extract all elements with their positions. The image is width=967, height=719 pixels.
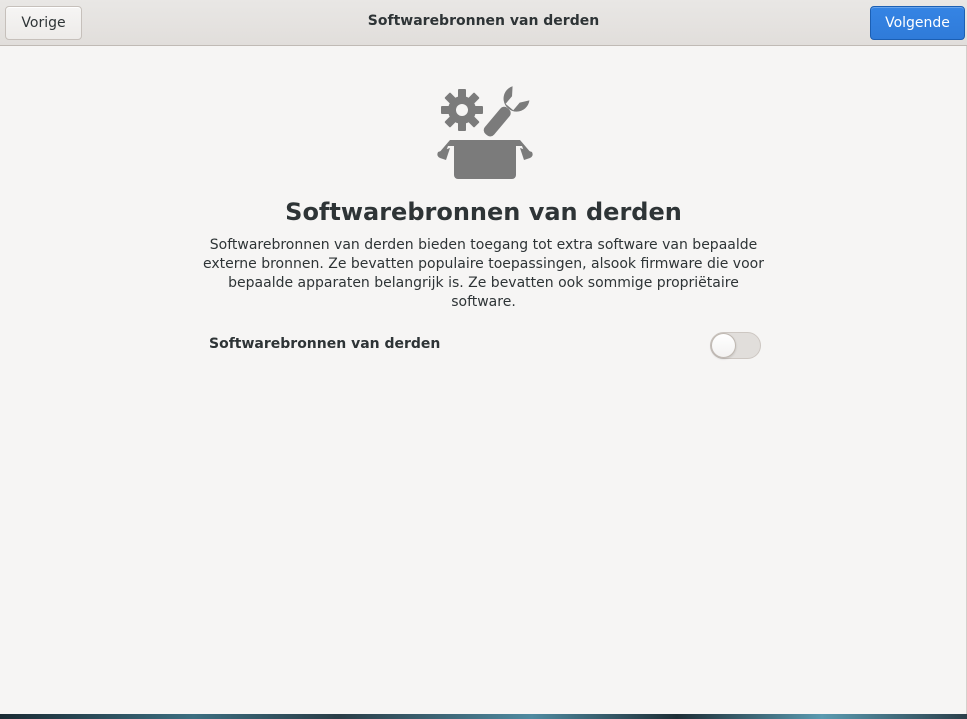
third-party-repos-label: Softwarebronnen van derden bbox=[209, 336, 441, 352]
header-bar: Vorige Softwarebronnen van derden Volgen… bbox=[0, 0, 967, 46]
desktop-background bbox=[0, 714, 967, 719]
gear-wrench-box-icon bbox=[436, 82, 534, 180]
initial-setup-window: Vorige Softwarebronnen van derden Volgen… bbox=[0, 0, 967, 714]
page-description: Softwarebronnen van derden bieden toegan… bbox=[203, 237, 764, 310]
window-title: Softwarebronnen van derden bbox=[367, 13, 600, 29]
switch-knob bbox=[711, 333, 736, 358]
page-title: Softwarebronnen van derden bbox=[285, 198, 682, 226]
third-party-repos-switch[interactable] bbox=[710, 332, 761, 359]
next-button[interactable]: Volgende bbox=[870, 6, 965, 40]
back-button[interactable]: Vorige bbox=[5, 6, 82, 40]
